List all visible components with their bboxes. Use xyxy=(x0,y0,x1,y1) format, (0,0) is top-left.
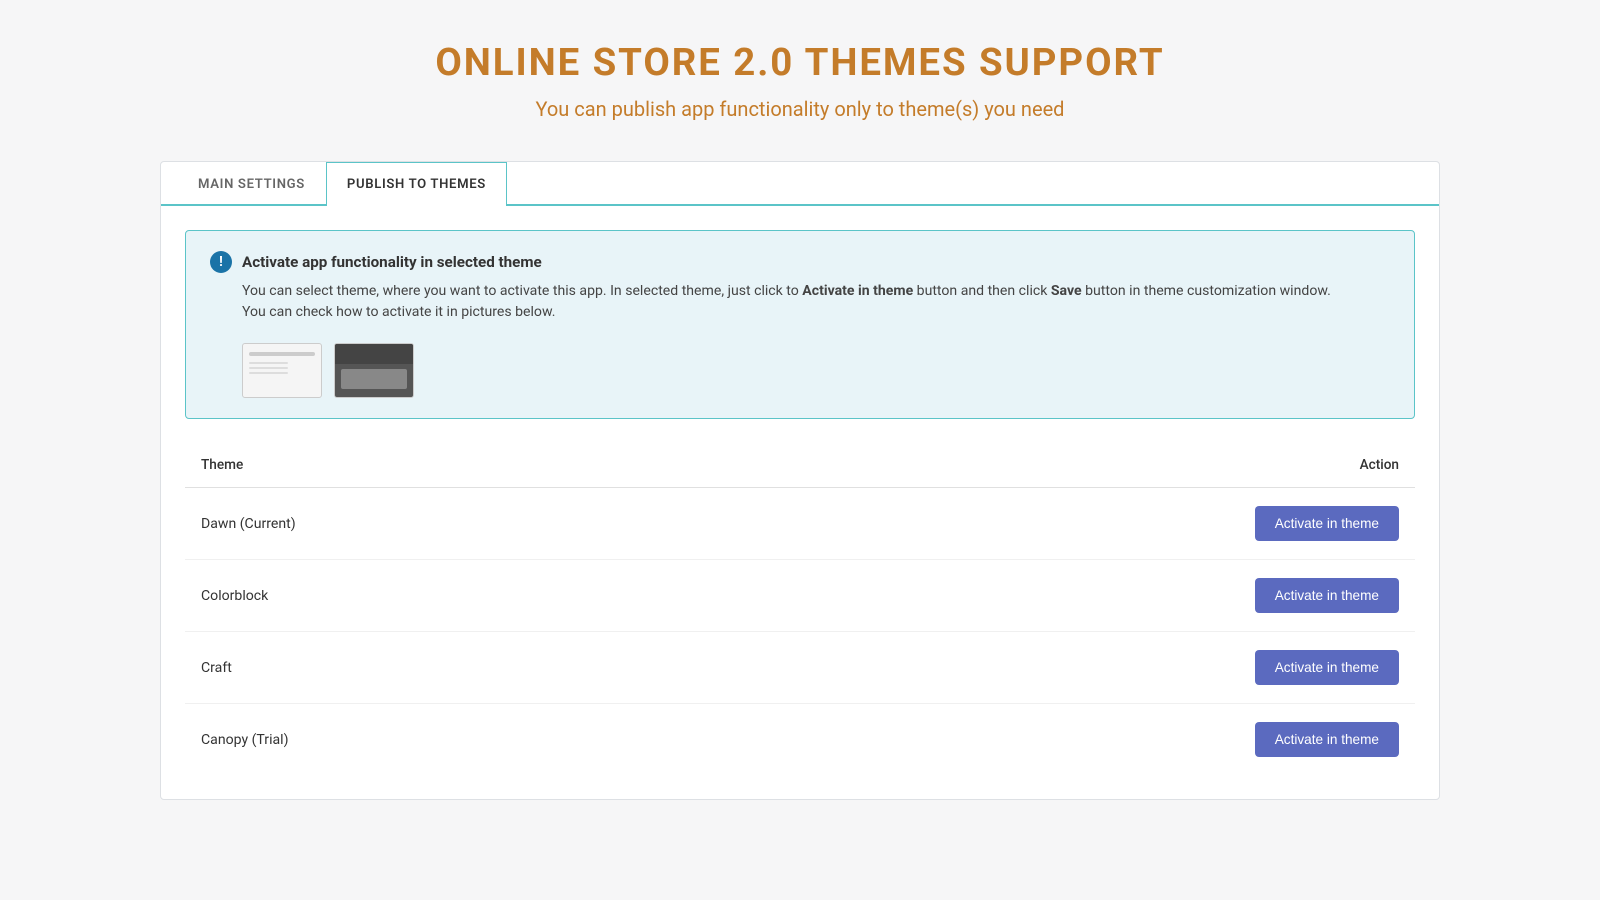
info-icon: ! xyxy=(210,251,232,273)
theme-name-craft: Craft xyxy=(185,632,699,704)
table-row: Colorblock Activate in theme xyxy=(185,560,1415,632)
page-subtitle: You can publish app functionality only t… xyxy=(435,97,1164,121)
thumbnail-light xyxy=(242,343,322,398)
col-header-theme: Theme xyxy=(185,443,699,488)
tab-main-settings[interactable]: MAIN SETTINGS xyxy=(177,162,326,206)
info-box-header: ! Activate app functionality in selected… xyxy=(210,251,1390,273)
table-row: Canopy (Trial) Activate in theme xyxy=(185,704,1415,776)
main-container: MAIN SETTINGS PUBLISH TO THEMES ! Activa… xyxy=(160,161,1440,800)
activate-theme-button-dawn[interactable]: Activate in theme xyxy=(1255,506,1399,541)
thumbnails xyxy=(242,343,1390,398)
theme-name-colorblock: Colorblock xyxy=(185,560,699,632)
info-box-title: Activate app functionality in selected t… xyxy=(242,253,542,271)
tab-publish-to-themes[interactable]: PUBLISH TO THEMES xyxy=(326,162,507,206)
page-title: ONLINE STORE 2.0 THEMES SUPPORT xyxy=(435,40,1164,85)
activate-theme-button-colorblock[interactable]: Activate in theme xyxy=(1255,578,1399,613)
theme-action-dawn: Activate in theme xyxy=(699,488,1415,560)
info-box: ! Activate app functionality in selected… xyxy=(185,230,1415,419)
thumbnail-dark xyxy=(334,343,414,398)
themes-table: Theme Action Dawn (Current) Activate in t… xyxy=(185,443,1415,775)
activate-theme-button-craft[interactable]: Activate in theme xyxy=(1255,650,1399,685)
table-row: Craft Activate in theme xyxy=(185,632,1415,704)
activate-theme-button-canopy[interactable]: Activate in theme xyxy=(1255,722,1399,757)
tab-content: ! Activate app functionality in selected… xyxy=(161,206,1439,799)
theme-name-canopy: Canopy (Trial) xyxy=(185,704,699,776)
page-header: ONLINE STORE 2.0 THEMES SUPPORT You can … xyxy=(435,40,1164,121)
theme-action-colorblock: Activate in theme xyxy=(699,560,1415,632)
theme-name-dawn: Dawn (Current) xyxy=(185,488,699,560)
table-row: Dawn (Current) Activate in theme xyxy=(185,488,1415,560)
info-box-description: You can select theme, where you want to … xyxy=(242,281,1390,323)
theme-action-canopy: Activate in theme xyxy=(699,704,1415,776)
col-header-action: Action xyxy=(699,443,1415,488)
theme-action-craft: Activate in theme xyxy=(699,632,1415,704)
tabs-bar: MAIN SETTINGS PUBLISH TO THEMES xyxy=(161,162,1439,206)
